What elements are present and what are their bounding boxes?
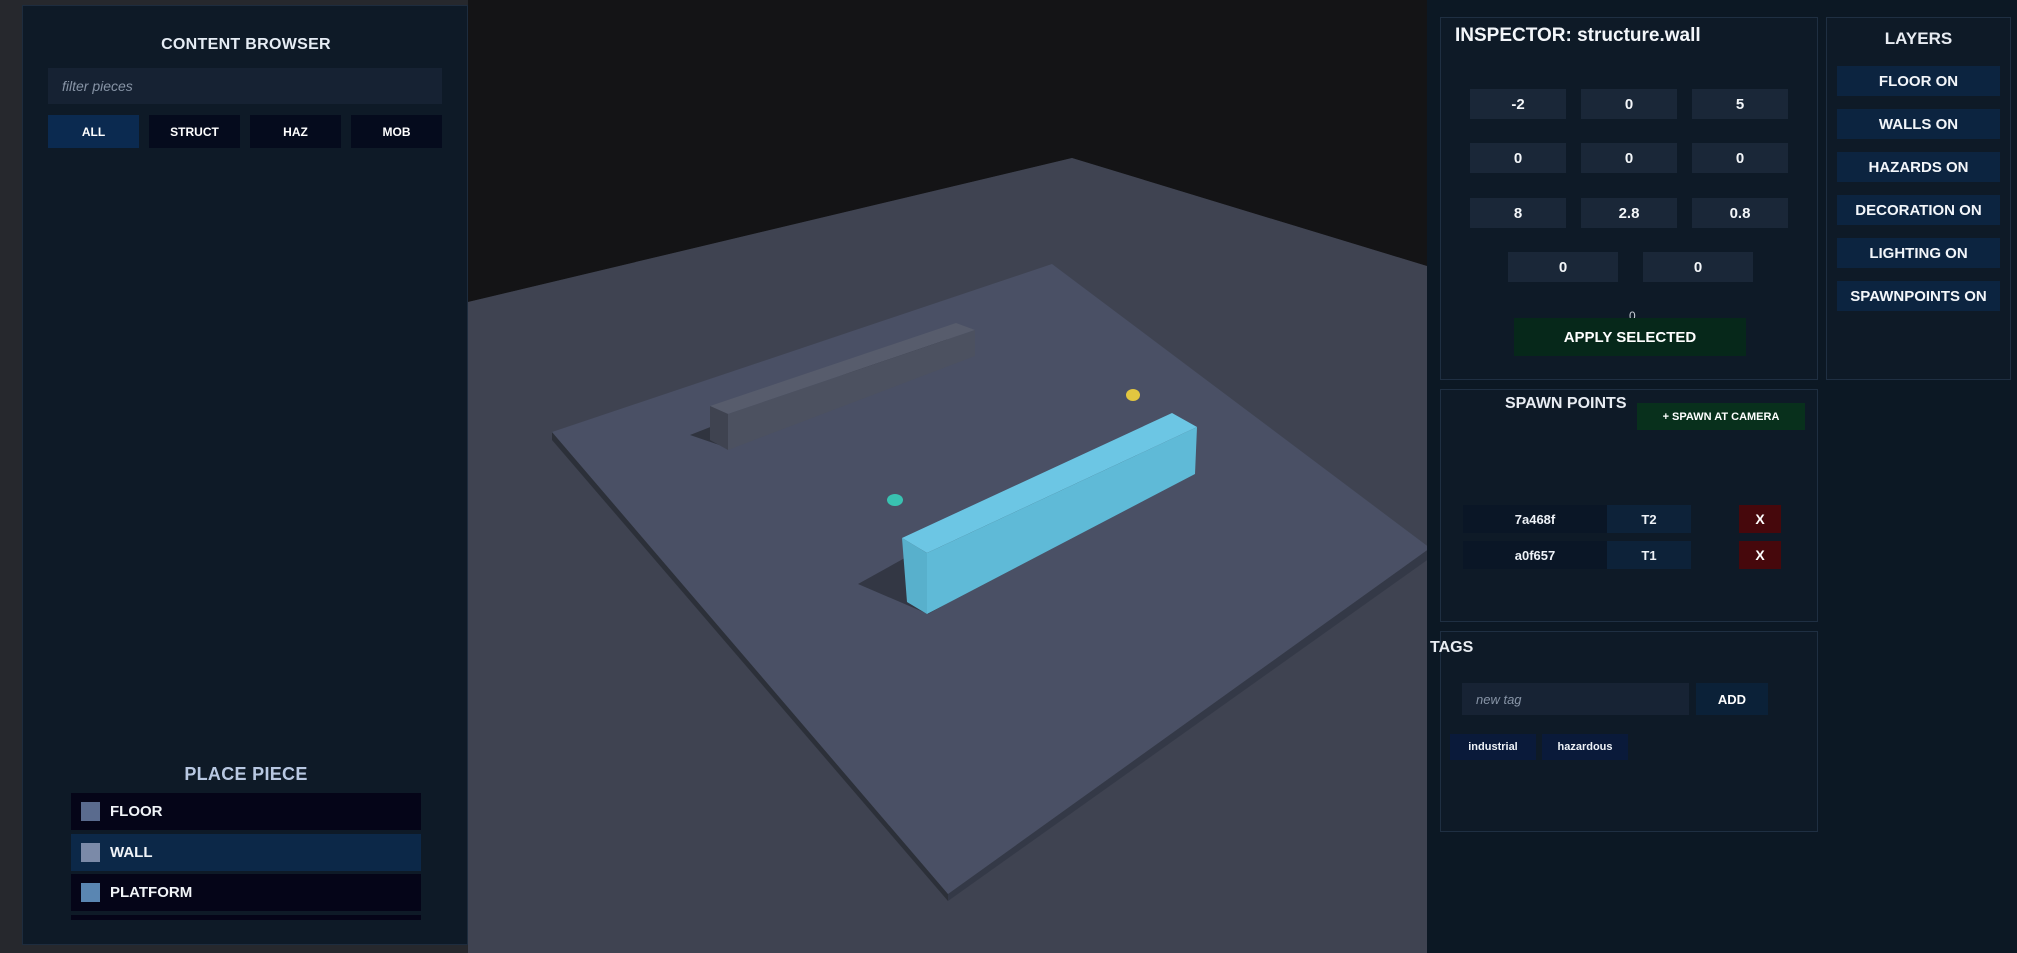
place-piece-title: PLACE PIECE	[184, 764, 308, 784]
tags-panel: ADD industrial hazardous	[1440, 631, 1818, 832]
layer-toggle-spawnpoints[interactable]: SPAWNPOINTS ON	[1837, 281, 2000, 311]
piece-platform[interactable]: PLATFORM	[71, 874, 421, 911]
position-x-field[interactable]: -2	[1470, 89, 1566, 119]
piece-label: WALL	[110, 844, 153, 861]
layer-toggle-decoration[interactable]: DECORATION ON	[1837, 195, 2000, 225]
extra-field-1[interactable]: 0	[1508, 252, 1618, 282]
content-browser-title: CONTENT BROWSER	[161, 36, 331, 53]
spawn-at-camera-button[interactable]: + SPAWN AT CAMERA	[1637, 403, 1805, 430]
filter-mob-button[interactable]: MOB	[351, 115, 442, 148]
add-tag-button[interactable]: ADD	[1696, 683, 1768, 715]
spawn-id[interactable]: a0f657	[1463, 541, 1607, 569]
spawn-team[interactable]: T1	[1607, 541, 1691, 569]
layers-title: LAYERS	[1884, 29, 1953, 48]
apply-selected-button[interactable]: APPLY SELECTED	[1514, 318, 1746, 356]
layer-toggle-walls[interactable]: WALLS ON	[1837, 109, 2000, 139]
spawn-points-title: SPAWN POINTS	[1505, 395, 1627, 412]
delete-spawn-button[interactable]: X	[1739, 541, 1781, 569]
scale-x-field[interactable]: 8	[1470, 198, 1566, 228]
wall-swatch-icon	[81, 843, 100, 862]
scale-y-field[interactable]: 2.8	[1581, 198, 1677, 228]
rotation-x-field[interactable]: 0	[1470, 143, 1566, 173]
spawn-marker-yellow[interactable]	[1126, 389, 1140, 401]
spawn-team[interactable]: T2	[1607, 505, 1691, 533]
piece-label: PLATFORM	[110, 884, 193, 901]
spawn-id[interactable]: 7a468f	[1463, 505, 1607, 533]
content-browser-panel: CONTENT BROWSER ALL STRUCT HAZ MOB PLACE…	[22, 5, 468, 945]
piece-label: FLOOR	[110, 803, 163, 820]
rotation-z-field[interactable]: 0	[1692, 143, 1788, 173]
new-tag-input[interactable]	[1462, 683, 1689, 715]
layers-panel: LAYERS FLOOR ON WALLS ON HAZARDS ON DECO…	[1826, 17, 2011, 380]
piece-floor[interactable]: FLOOR	[71, 793, 421, 830]
layer-toggle-hazards[interactable]: HAZARDS ON	[1837, 152, 2000, 182]
tag-chip[interactable]: hazardous	[1542, 734, 1628, 760]
extra-field-2[interactable]: 0	[1643, 252, 1753, 282]
floor-swatch-icon	[81, 802, 100, 821]
spawn-points-panel: SPAWN POINTS + SPAWN AT CAMERA 7a468f T2…	[1440, 389, 1818, 622]
rotation-y-field[interactable]: 0	[1581, 143, 1677, 173]
position-y-field[interactable]: 0	[1581, 89, 1677, 119]
filter-struct-button[interactable]: STRUCT	[149, 115, 240, 148]
piece-list-overflow[interactable]	[71, 915, 421, 920]
layer-toggle-lighting[interactable]: LIGHTING ON	[1837, 238, 2000, 268]
scale-z-field[interactable]: 0.8	[1692, 198, 1788, 228]
platform-swatch-icon	[81, 883, 100, 902]
filter-all-button[interactable]: ALL	[48, 115, 139, 148]
filter-pieces-input[interactable]	[48, 68, 442, 104]
delete-spawn-button[interactable]: X	[1739, 505, 1781, 533]
layer-toggle-floor[interactable]: FLOOR ON	[1837, 66, 2000, 96]
tags-title: TAGS	[1430, 639, 1474, 656]
inspector-panel: INSPECTOR: structure.wall -2 0 5 0 0 0 8…	[1440, 17, 1818, 380]
filter-haz-button[interactable]: HAZ	[250, 115, 341, 148]
position-z-field[interactable]: 5	[1692, 89, 1788, 119]
piece-wall[interactable]: WALL	[71, 834, 421, 871]
tag-chip[interactable]: industrial	[1450, 734, 1536, 760]
spawn-marker-teal[interactable]	[887, 494, 903, 506]
inspector-title: INSPECTOR: structure.wall	[1455, 25, 1701, 46]
